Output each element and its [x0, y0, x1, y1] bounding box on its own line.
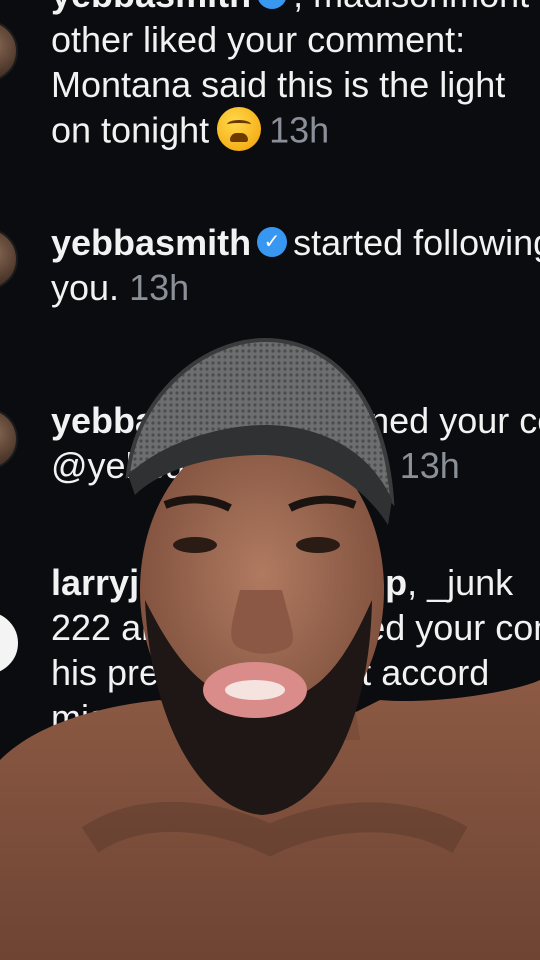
- verified-badge-icon: ✓: [257, 0, 288, 10]
- notification-text: Montana said this is the light: [51, 64, 506, 105]
- notification-text: @yebbasmith Drama: [51, 445, 390, 486]
- notification-text: , _junk: [407, 562, 514, 603]
- verified-badge-icon: ✓: [257, 227, 288, 258]
- notification-text: his presence except accord: [51, 652, 490, 693]
- notification-text: mis: [51, 697, 107, 738]
- timestamp: 13h: [129, 267, 190, 308]
- avatar[interactable]: [0, 228, 18, 290]
- username[interactable]: yebbasmith: [51, 222, 251, 263]
- avatar[interactable]: [0, 408, 18, 470]
- notification-text: on tonight: [51, 109, 210, 151]
- timestamp: 13h: [269, 109, 330, 151]
- weary-face-emoji-icon: [217, 107, 262, 151]
- username[interactable]: yebbasmith: [51, 0, 251, 15]
- avatar[interactable]: [0, 20, 18, 82]
- username[interactable]: larryjuneandtheshop: [51, 562, 407, 603]
- notification-text: you.: [51, 267, 120, 308]
- timestamp: 13h: [399, 445, 460, 486]
- notification-text: , madisonmont: [293, 0, 529, 15]
- notification-text: mentioned your comment: [261, 400, 540, 441]
- notification-text: 222 and 2 others liked your comment: [51, 607, 540, 648]
- username[interactable]: yebbasmith: [51, 400, 251, 441]
- notification-text: started following: [293, 222, 540, 263]
- notification-text: other liked your comment:: [51, 19, 466, 60]
- avatar[interactable]: [0, 612, 18, 674]
- notification-feed: yebbasmith✓, madisonmont other liked you…: [0, 0, 540, 960]
